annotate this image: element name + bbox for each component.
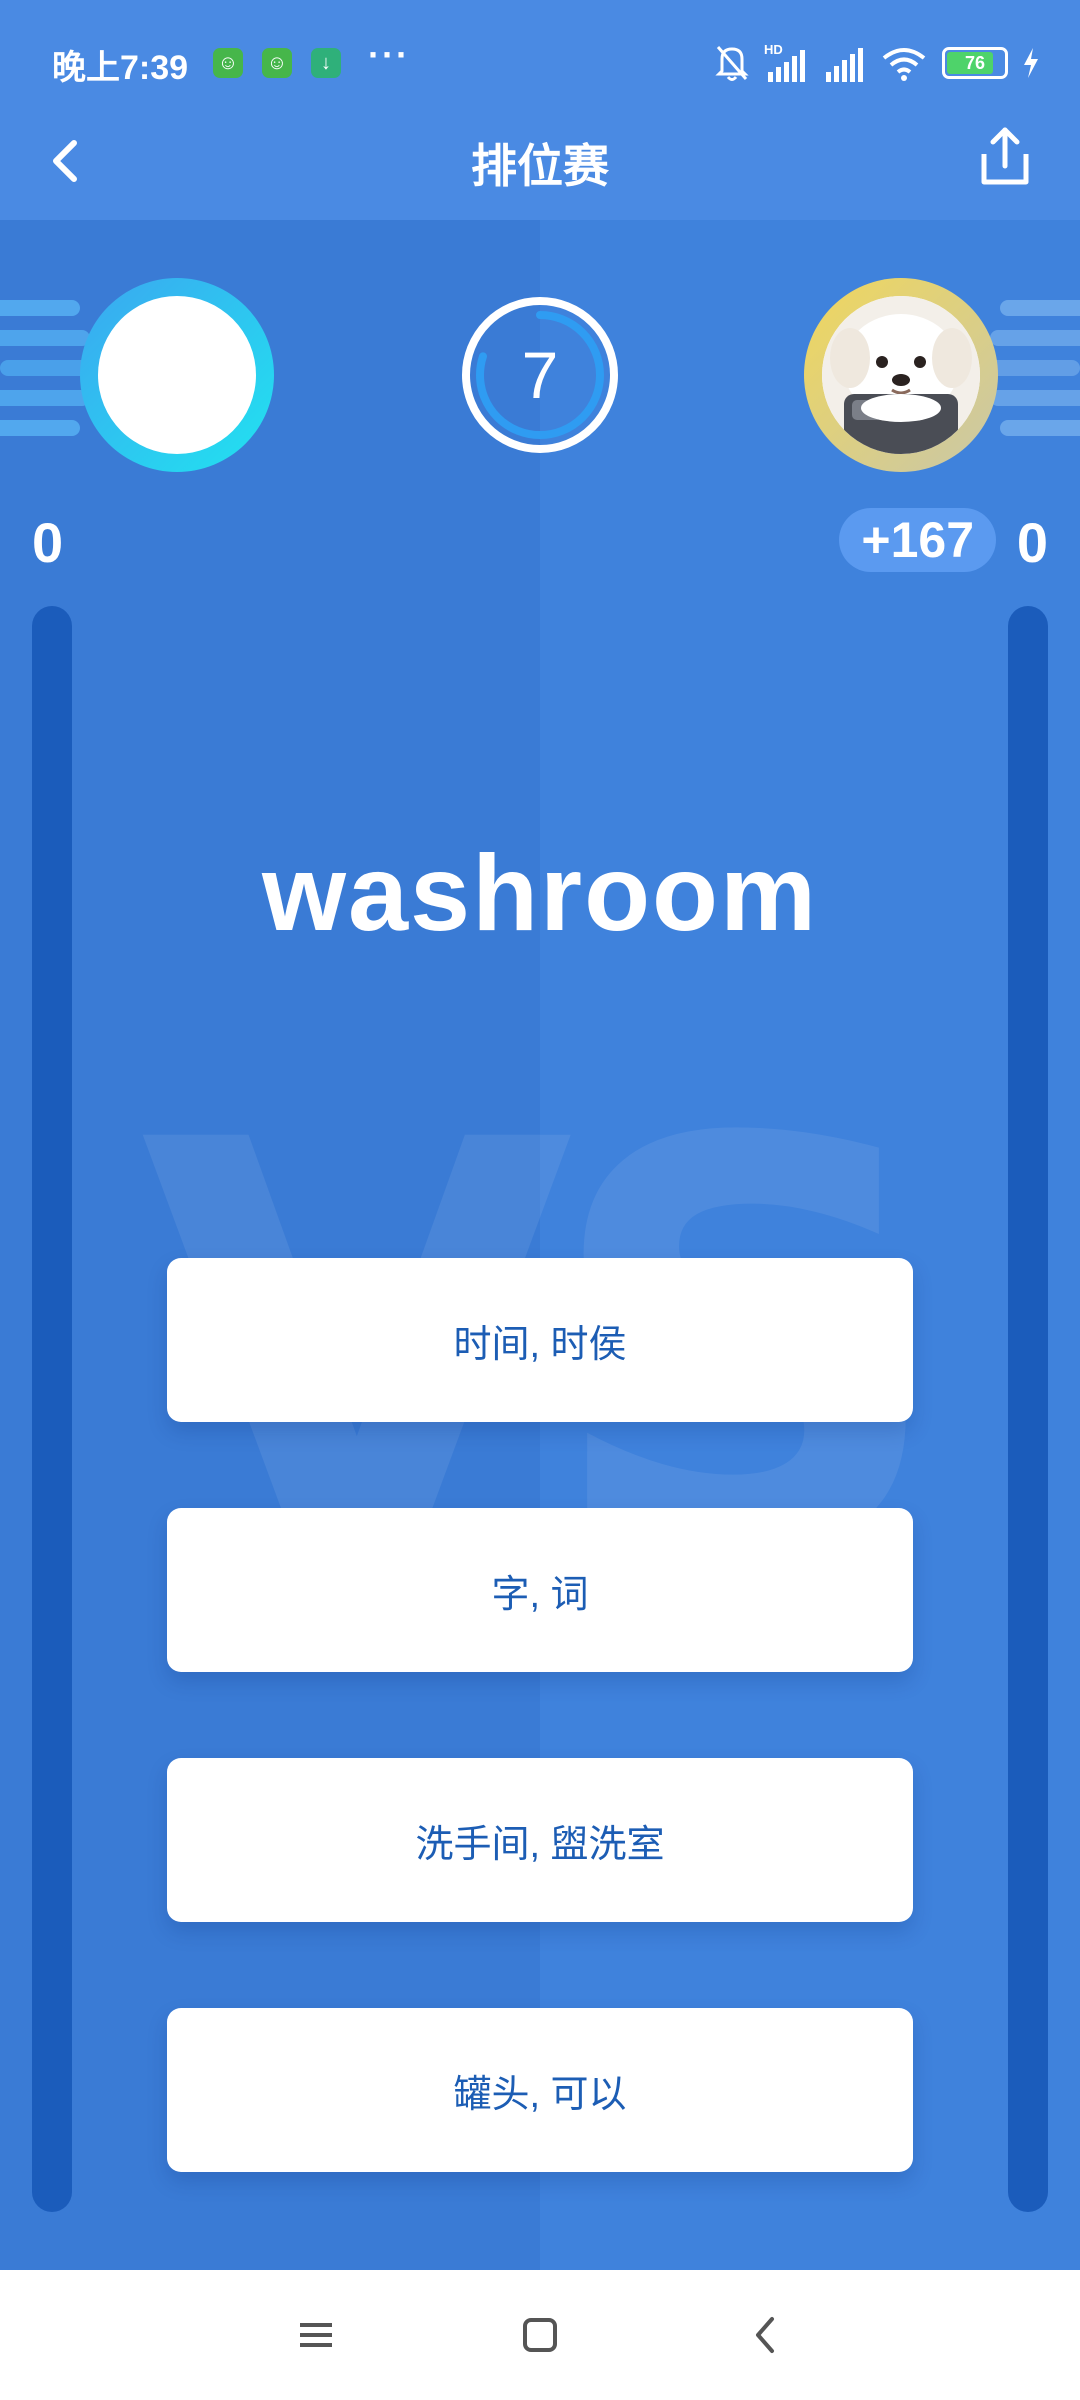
timer-value: 7 [521,338,559,412]
answer-option-label: 洗手间, 盥洗室 [415,1823,665,1866]
answer-option-label: 字, 词 [491,1573,589,1616]
answer-option-1[interactable]: 时间, 时侯 [167,1258,913,1422]
hd-label: HD [764,42,783,57]
game-arena: VS 7 [0,220,1080,2270]
answer-option-label: 时间, 时侯 [453,1323,627,1366]
system-nav-bar [0,2270,1080,2400]
app-root: 晚上7:39 ☺ ☺ ↓ ··· HD 76 排位赛 7 0 +167 0 wa… [0,0,1080,2400]
page-title: 排位赛 [471,140,609,192]
cat-app-icon: ☺ [213,48,243,78]
right-player-avatar [822,296,980,454]
back-triangle-icon[interactable] [736,2305,796,2365]
right-player [800,278,1080,478]
charging-icon [1024,48,1038,78]
answer-option-label: 罐头, 可以 [453,2073,627,2116]
battery-indicator: 76 [942,47,1008,79]
countdown-timer: 7 [458,293,622,457]
signal-icon [826,48,863,82]
left-player-avatar [98,296,256,454]
wifi-icon [882,48,926,81]
status-time: 晚上7:39 [52,49,189,87]
overflow-dots: ··· [368,34,410,75]
share-button[interactable] [970,120,1040,200]
mute-bell-icon [715,46,749,81]
home-square-icon[interactable] [510,2305,570,2365]
system-icons: HD 76 [714,38,1040,88]
left-score: 0 [32,511,64,574]
answer-option-3[interactable]: 洗手间, 盥洗室 [167,1758,913,1922]
battery-level: 76 [964,53,986,73]
download-icon: ↓ [311,48,341,78]
cat-app-icon: ☺ [262,48,292,78]
question-word: washroom [261,832,819,953]
left-player [0,278,280,478]
header-bar: 晚上7:39 ☺ ☺ ↓ ··· HD 76 排位赛 [0,0,1080,220]
signal-hd-icon: HD [764,42,805,82]
status-bar: 晚上7:39 ☺ ☺ ↓ ··· HD 76 [0,0,1080,130]
bonus-points-badge: +167 [839,508,996,572]
dog-photo-icon [822,296,980,454]
answer-option-2[interactable]: 字, 词 [167,1508,913,1672]
answer-option-4[interactable]: 罐头, 可以 [167,2008,913,2172]
right-score: 0 [1016,511,1048,574]
menu-icon[interactable] [286,2305,346,2365]
